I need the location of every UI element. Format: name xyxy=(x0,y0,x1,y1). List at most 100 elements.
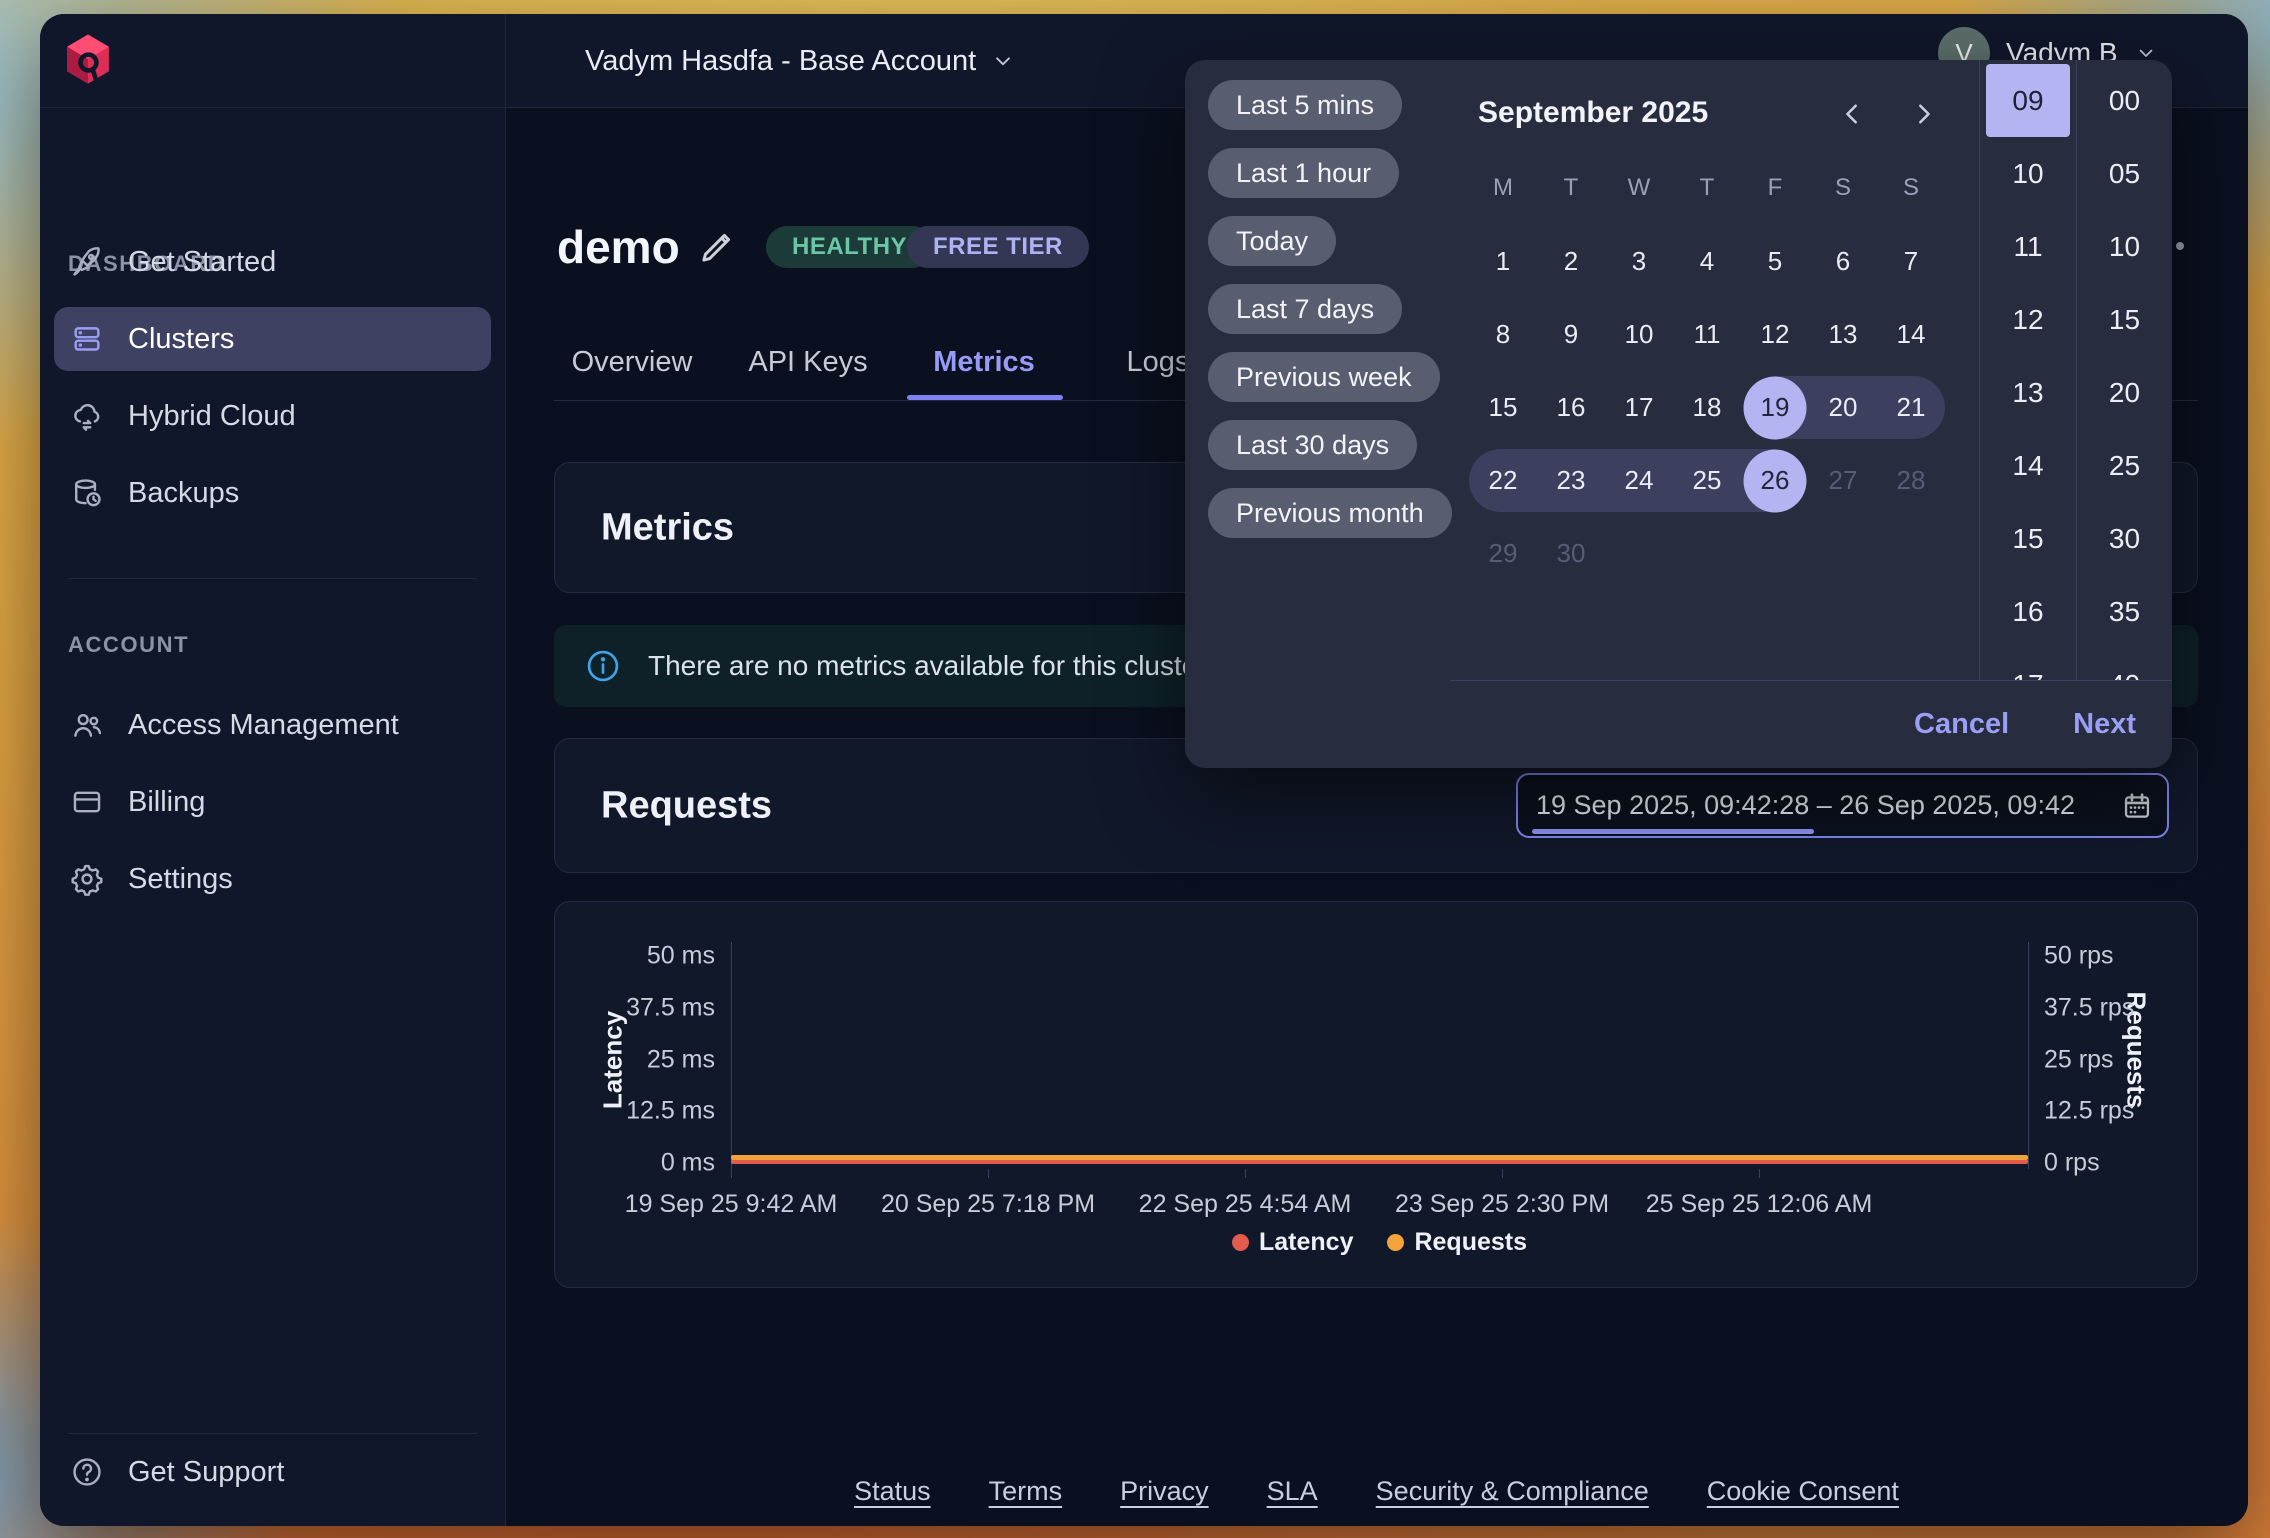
sidebar-item[interactable]: Billing xyxy=(54,770,491,834)
footer-link[interactable]: Status xyxy=(854,1476,931,1507)
tab[interactable]: Metrics xyxy=(933,346,1035,379)
chart-legend: Latency Requests xyxy=(731,1228,2028,1257)
calendar-week-row: 29 30 xyxy=(1469,517,1945,590)
calendar-day[interactable]: 29 xyxy=(1469,517,1537,590)
calendar-day[interactable]: 5 xyxy=(1741,225,1809,298)
sidebar-item[interactable]: Access Management xyxy=(54,693,491,757)
hour-option[interactable]: 10 xyxy=(1980,137,2076,210)
calendar-day[interactable]: 28 xyxy=(1877,444,1945,517)
hour-option[interactable]: 15 xyxy=(1980,502,2076,575)
calendar-day[interactable]: 22 xyxy=(1469,444,1537,517)
calendar-day[interactable]: 12 xyxy=(1741,298,1809,371)
sidebar-item-icon xyxy=(70,862,104,896)
calendar-day[interactable]: 21 xyxy=(1877,371,1945,444)
footer-link[interactable]: Cookie Consent xyxy=(1707,1476,1899,1507)
calendar-day[interactable]: 19 xyxy=(1741,371,1809,444)
minute-option[interactable]: 40 xyxy=(2077,648,2172,680)
minute-option[interactable]: 15 xyxy=(2077,283,2172,356)
calendar-day[interactable]: 16 xyxy=(1537,371,1605,444)
weekday-label: F xyxy=(1741,174,1809,202)
calendar-day[interactable]: 10 xyxy=(1605,298,1673,371)
calendar-day[interactable]: 15 xyxy=(1469,371,1537,444)
calendar-day[interactable]: 7 xyxy=(1877,225,1945,298)
next-button[interactable]: Next xyxy=(2073,708,2136,741)
calendar-day[interactable]: 3 xyxy=(1605,225,1673,298)
legend-label: Requests xyxy=(1414,1228,1527,1257)
hour-option[interactable]: 16 xyxy=(1980,575,2076,648)
get-support-link[interactable]: Get Support xyxy=(70,1455,284,1489)
edit-cluster-name-button[interactable] xyxy=(696,226,738,268)
next-month-button[interactable] xyxy=(1905,96,1941,132)
cancel-button[interactable]: Cancel xyxy=(1914,708,2009,741)
calendar-day[interactable]: 23 xyxy=(1537,444,1605,517)
calendar-day[interactable]: 2 xyxy=(1537,225,1605,298)
hour-option[interactable]: 17 xyxy=(1980,648,2076,680)
calendar-day[interactable]: 20 xyxy=(1809,371,1877,444)
previous-month-button[interactable] xyxy=(1835,96,1871,132)
date-range-value[interactable] xyxy=(1536,775,2096,836)
calendar-day[interactable]: 1 xyxy=(1469,225,1537,298)
minute-option[interactable]: 35 xyxy=(2077,575,2172,648)
account-switcher[interactable]: Vadym Hasdfa - Base Account xyxy=(585,14,1016,108)
minute-option[interactable]: 25 xyxy=(2077,429,2172,502)
sidebar-item[interactable]: Backups xyxy=(54,461,491,525)
more-actions-button[interactable] xyxy=(2176,242,2184,250)
sidebar-item[interactable]: Hybrid Cloud xyxy=(54,384,491,448)
calendar-day[interactable]: 13 xyxy=(1809,298,1877,371)
calendar-month-title: September 2025 xyxy=(1478,96,1708,130)
footer-link[interactable]: SLA xyxy=(1267,1476,1318,1507)
footer-link[interactable]: Security & Compliance xyxy=(1376,1476,1649,1507)
x-tickmark xyxy=(1502,1169,1503,1178)
quick-range-option[interactable]: Last 7 days xyxy=(1208,284,1402,334)
left-axis-title: Latency xyxy=(598,1011,629,1109)
left-axis-tick: 12.5 ms xyxy=(626,1097,715,1126)
right-axis-tick: 37.5 rps xyxy=(2044,994,2134,1023)
calendar-week-row: 1 2 3 4 5 6 xyxy=(1469,225,1945,298)
calendar-day[interactable]: 24 xyxy=(1605,444,1673,517)
calendar-icon[interactable] xyxy=(2121,790,2153,822)
hour-option[interactable]: 09 xyxy=(1986,64,2070,137)
hour-option[interactable]: 11 xyxy=(1980,210,2076,283)
calendar-day[interactable]: 9 xyxy=(1537,298,1605,371)
footer-link[interactable]: Privacy xyxy=(1120,1476,1209,1507)
sidebar-item-label: Get Started xyxy=(128,246,276,279)
tab[interactable]: Logs xyxy=(1127,346,1190,379)
calendar-day[interactable]: 27 xyxy=(1809,444,1877,517)
tab[interactable]: API Keys xyxy=(748,346,867,379)
hour-option[interactable]: 14 xyxy=(1980,429,2076,502)
minute-option[interactable]: 05 xyxy=(2077,137,2172,210)
quick-range-option[interactable]: Last 30 days xyxy=(1208,420,1417,470)
calendar-day[interactable]: 8 xyxy=(1469,298,1537,371)
sidebar-item-label: Billing xyxy=(128,786,205,819)
calendar-day[interactable]: 6 xyxy=(1809,225,1877,298)
quick-range-option[interactable]: Last 5 mins xyxy=(1208,80,1402,130)
date-range-input[interactable] xyxy=(1516,773,2169,838)
minute-option[interactable]: 00 xyxy=(2077,64,2172,137)
qdrant-logo[interactable] xyxy=(60,31,116,89)
quick-range-option[interactable]: Last 1 hour xyxy=(1208,148,1399,198)
calendar-day[interactable]: 25 xyxy=(1673,444,1741,517)
hour-option[interactable]: 13 xyxy=(1980,356,2076,429)
sidebar-item[interactable]: Get Started xyxy=(54,230,491,294)
calendar-day[interactable]: 11 xyxy=(1673,298,1741,371)
quick-range-option[interactable]: Today xyxy=(1208,216,1336,266)
footer-link[interactable]: Terms xyxy=(989,1476,1063,1507)
calendar-day[interactable]: 14 xyxy=(1877,298,1945,371)
minute-option[interactable]: 10 xyxy=(2077,210,2172,283)
calendar-day[interactable]: 26 xyxy=(1741,444,1809,517)
hour-option[interactable]: 12 xyxy=(1980,283,2076,356)
calendar-day[interactable]: 17 xyxy=(1605,371,1673,444)
sidebar-section-divider xyxy=(68,578,477,579)
calendar-day[interactable]: 18 xyxy=(1673,371,1741,444)
quick-range-option[interactable]: Previous month xyxy=(1208,488,1452,538)
quick-range-option[interactable]: Previous week xyxy=(1208,352,1440,402)
legend-item[interactable]: Requests xyxy=(1387,1228,1527,1257)
calendar-day[interactable]: 4 xyxy=(1673,225,1741,298)
legend-item[interactable]: Latency xyxy=(1232,1228,1353,1257)
calendar-day[interactable]: 30 xyxy=(1537,517,1605,590)
sidebar-item[interactable]: Settings xyxy=(54,847,491,911)
minute-option[interactable]: 30 xyxy=(2077,502,2172,575)
minute-option[interactable]: 20 xyxy=(2077,356,2172,429)
tab[interactable]: Overview xyxy=(572,346,693,379)
active-tab-underline xyxy=(907,395,1063,400)
